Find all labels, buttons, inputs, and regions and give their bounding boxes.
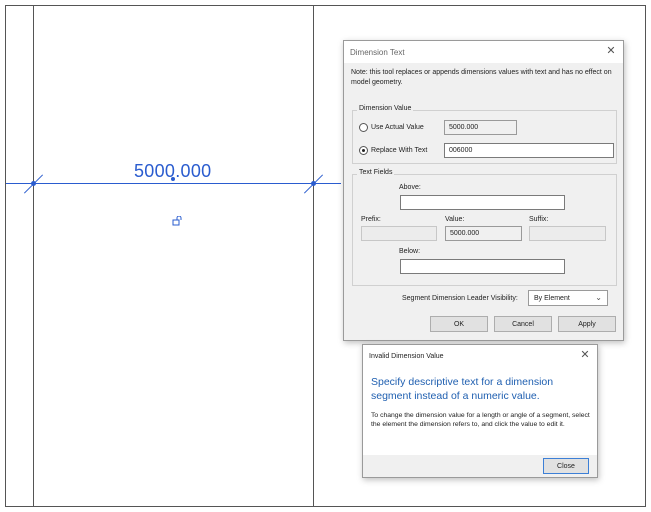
dimension-value-group: Dimension Value Use Actual Value 5000.00… [352, 105, 617, 164]
value-field: 5000.000 [445, 226, 522, 241]
dimension-witness-dot-right [311, 181, 316, 186]
close-button[interactable]: Close [543, 458, 589, 474]
dialog-title: Invalid Dimension Value [369, 352, 444, 360]
message-heading: Specify descriptive text for a dimension… [371, 376, 554, 402]
text-fields-group: Text Fields Above: Prefix: Value: Suffix… [352, 169, 617, 286]
grid-line-left [33, 6, 34, 506]
ok-button[interactable]: OK [430, 316, 488, 332]
above-input[interactable] [400, 195, 565, 210]
suffix-input [529, 226, 606, 241]
actual-value-field: 5000.000 [444, 120, 517, 135]
leader-visibility-label: Segment Dimension Leader Visibility: [402, 295, 518, 302]
group-label: Dimension Value [357, 105, 414, 112]
message-body: Specify descriptive text for a dimension… [363, 367, 597, 455]
suffix-label: Suffix: [529, 216, 549, 223]
grid-line-right [313, 6, 314, 506]
group-label: Text Fields [357, 169, 395, 176]
close-icon[interactable]: ✕ [604, 44, 618, 58]
use-actual-value-option[interactable]: Use Actual Value [359, 123, 424, 132]
replace-with-text-option[interactable]: Replace With Text [359, 146, 427, 155]
replace-radio[interactable] [359, 146, 368, 155]
use-actual-radio[interactable] [359, 123, 368, 132]
dialog-title-bar[interactable]: Invalid Dimension Value ✕ [363, 345, 597, 367]
dialog-title-bar[interactable]: Dimension Text ✕ [344, 41, 623, 63]
above-label: Above: [399, 184, 421, 191]
leader-visibility-value: By Element [534, 295, 570, 302]
close-icon[interactable]: ✕ [578, 348, 592, 362]
replace-text-input[interactable]: 006000 [444, 143, 614, 158]
dimension-text-grip[interactable] [171, 177, 175, 181]
below-label: Below: [399, 248, 421, 255]
dimension-witness-dot-left [31, 181, 36, 186]
below-input[interactable] [400, 259, 565, 274]
invalid-dimension-dialog: Invalid Dimension Value ✕ Specify descri… [362, 344, 598, 478]
dialog-title: Dimension Text [350, 47, 405, 57]
apply-button[interactable]: Apply [558, 316, 616, 332]
message-text: To change the dimension value for a leng… [371, 412, 590, 428]
use-actual-label: Use Actual Value [371, 124, 424, 131]
replace-label: Replace With Text [371, 147, 428, 154]
cancel-button[interactable]: Cancel [494, 316, 552, 332]
chevron-down-icon: ⌄ [595, 293, 602, 302]
dimension-line[interactable] [6, 183, 341, 184]
note-text: Note: this tool replaces or appends dime… [351, 69, 612, 86]
value-label: Value: [445, 216, 465, 223]
leader-visibility-select[interactable]: By Element ⌄ [528, 290, 608, 306]
prefix-label: Prefix: [361, 216, 381, 223]
dimension-text-dialog: Dimension Text ✕ Note: this tool replace… [343, 40, 624, 341]
lock-constraint-icon[interactable] [172, 216, 182, 226]
prefix-input [361, 226, 437, 241]
